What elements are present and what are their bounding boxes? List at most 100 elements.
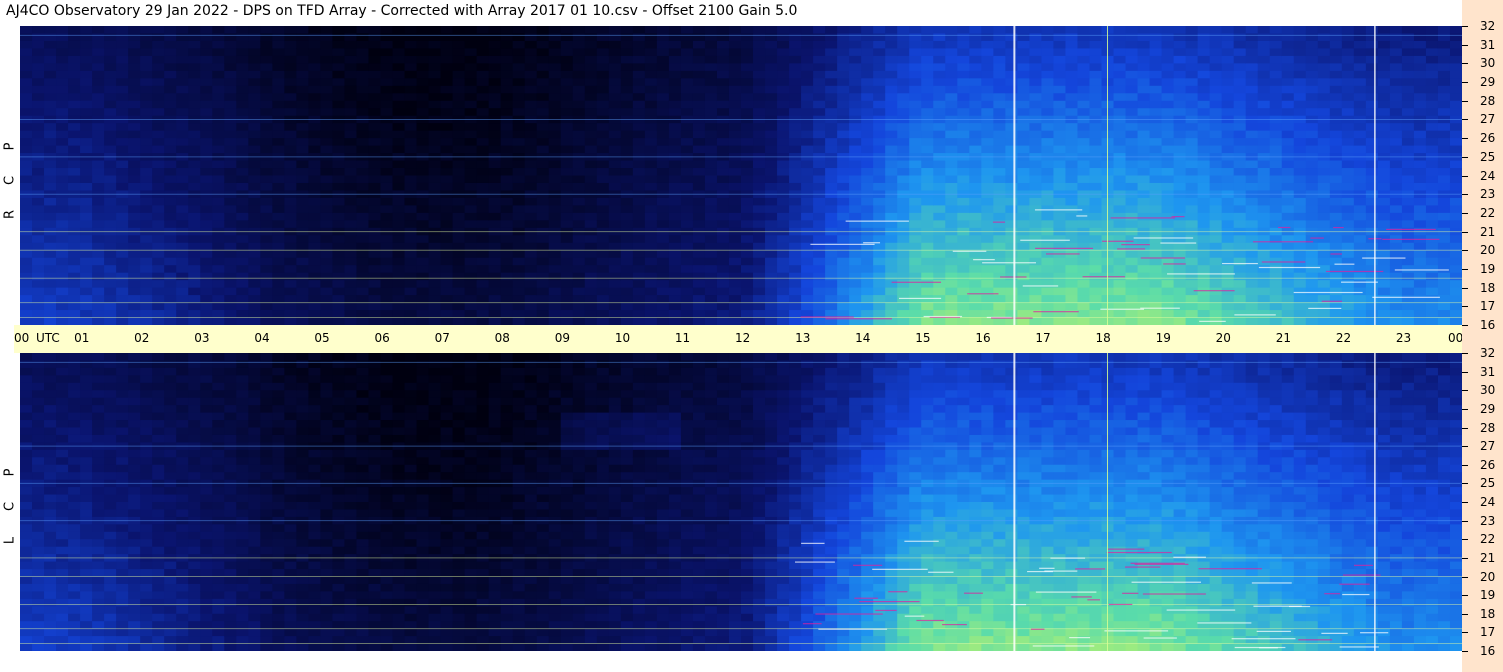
spectrogram-cell [1221,235,1235,244]
spectrogram-cell [632,100,646,109]
spectrogram-cell [1209,145,1223,154]
spectrogram-cell [608,63,622,72]
spectrogram-cell [188,295,201,304]
spectrogram-cell [128,123,141,132]
spectrogram-cell [1005,280,1018,289]
spectrogram-cell [1293,168,1307,177]
spectrogram-cell [1341,138,1355,147]
spectrogram-cell [344,138,358,147]
spectrogram-cell [1221,295,1235,304]
spectrogram-cell [1293,26,1307,35]
time-tick-label: 00 [1448,331,1464,345]
spectrogram-cell [692,235,706,244]
spectrogram-cell [128,40,141,50]
spectrogram-cell [656,235,670,244]
spectrogram-cell [164,138,177,147]
spectrogram-cell [728,100,742,109]
spectrogram-cell [1317,295,1331,304]
signal-streak [1034,209,1083,211]
spectrogram-cell [32,108,45,117]
spectrogram-cell [296,40,309,50]
spectrogram-cell [1161,295,1175,304]
spectrogram-cell [1197,235,1211,244]
spectrogram-cell [260,138,273,147]
spectrogram-cell [584,235,598,244]
spectrogram-cell [1341,272,1355,281]
spectrogram-cell [176,93,189,102]
spectrogram-cell [933,220,946,229]
spectrogram-cell [897,212,910,221]
spectrogram-cell [284,205,297,214]
spectrogram-cell [524,63,538,72]
spectrogram-cell [644,212,658,221]
spectrogram-cell [164,182,177,192]
spectrogram-cell [296,123,309,132]
spectrogram-cell [1449,220,1462,229]
spectrogram-cell [680,33,694,42]
spectrogram-cell [608,205,622,214]
spectrogram-cell [404,123,418,132]
spectrogram-cell [837,100,850,109]
spectrogram-cell [1077,26,1091,35]
spectrogram-cell [692,220,706,229]
spectrogram-cell [1293,70,1307,79]
spectrogram-cell [1449,302,1462,311]
spectrogram-cell [200,70,213,79]
spectrogram-cell [200,108,213,117]
spectrogram-cell [80,55,93,64]
spectrogram-cell [1149,93,1163,102]
spectrogram-cell [644,48,658,57]
spectrogram-cell [1365,130,1379,139]
spectrogram-cell [188,160,201,169]
spectrogram-cell [500,123,514,132]
spectrogram-cell [1389,26,1403,35]
spectrogram-cell [476,175,490,184]
spectrogram-cell [488,197,502,206]
spectrogram-cell [284,145,297,154]
spectrogram-cell [1365,93,1379,102]
spectrogram-cell [104,317,117,325]
spectrogram-cell [1041,175,1055,184]
spectrogram-cell [260,123,273,132]
spectrogram-cell [344,85,358,94]
spectrogram-cell [620,182,634,192]
spectrogram-cell [957,272,970,281]
spectrogram-cell [897,265,910,274]
spectrogram-cell [1197,130,1211,139]
spectrogram-cell [68,212,81,221]
spectrogram-cell [656,55,670,64]
spectrogram-cell [1425,280,1439,289]
spectrogram-cell [921,212,934,221]
spectrogram-cell [1281,108,1295,117]
spectrogram-cell [1245,220,1259,229]
spectrogram-cell [536,85,550,94]
spectrogram-cell [825,48,838,57]
spectrogram-cell [1329,48,1343,57]
spectrogram-cell [548,85,562,94]
spectrogram-cell [1197,302,1211,311]
spectrogram-cell [957,205,970,214]
spectrogram-cell [1173,138,1187,147]
spectrogram-cell [1125,310,1139,319]
spectrogram-cell [1173,168,1187,177]
spectrogram-cell [1269,100,1283,109]
spectrogram-cell [188,100,201,109]
spectrogram-cell [1185,130,1199,139]
spectrogram-cell [1245,272,1259,281]
spectrogram-cell [692,123,706,132]
spectrogram-cell [1413,280,1427,289]
spectrogram-cell [993,48,1006,57]
spectrogram-cell [356,55,370,64]
spectrogram-cell [272,70,285,79]
spectrogram-cell [368,287,382,296]
spectrogram-cell [921,123,934,132]
spectrogram-cell [1029,168,1043,177]
spectrogram-cell [1005,123,1018,132]
spectrogram-cell [584,197,598,206]
spectrogram-cell [560,55,574,64]
spectrogram-cell [993,250,1006,259]
spectrogram-cell [861,138,874,147]
spectrogram-cell [44,40,57,50]
spectrogram-cell [1005,33,1018,42]
spectrogram-cell [272,317,285,325]
